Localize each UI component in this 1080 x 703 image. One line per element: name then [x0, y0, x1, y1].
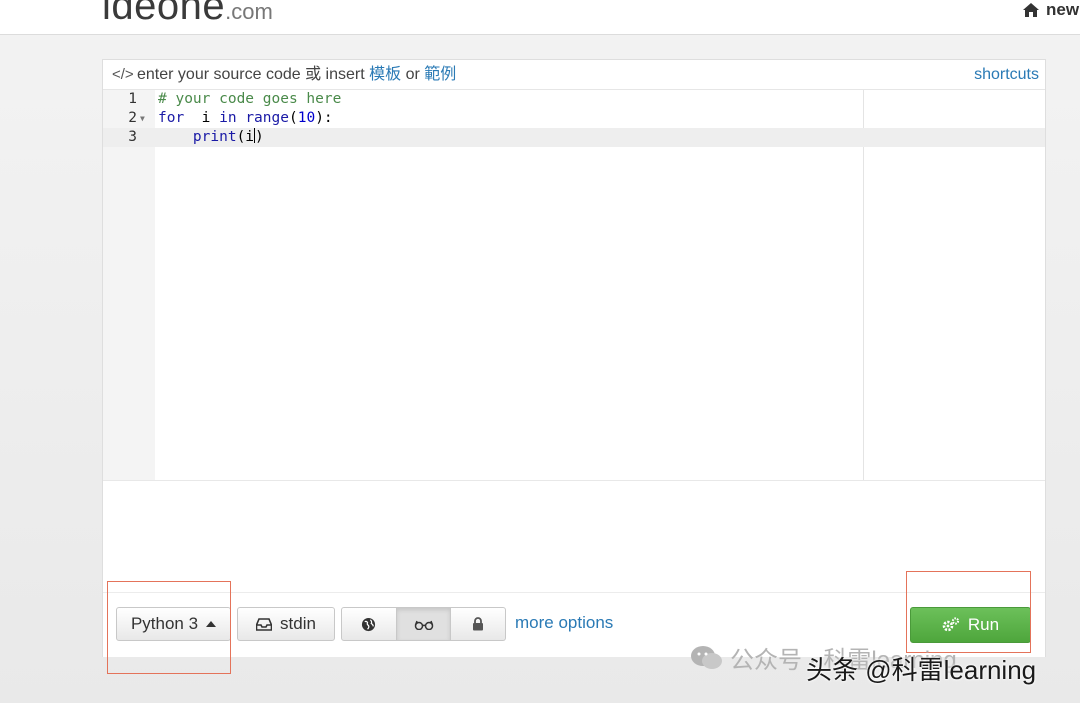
line-number-gutter	[103, 90, 155, 480]
print-margin	[863, 90, 864, 480]
new-link[interactable]: new	[1022, 0, 1079, 20]
new-label: new	[1046, 0, 1080, 19]
code-text: for i in range(10):	[158, 109, 333, 128]
fold-arrow-icon[interactable]: ▼	[140, 109, 145, 128]
code-paren: (	[288, 110, 298, 126]
example-link[interactable]: 範例	[424, 66, 456, 83]
hidden-visibility-button[interactable]	[396, 607, 452, 641]
lock-icon	[473, 617, 484, 631]
private-visibility-button[interactable]	[451, 607, 507, 641]
logo-suffix-text: .com	[225, 0, 273, 24]
code-editor[interactable]: 1 # your code goes here 2 ▼ for i in ran…	[103, 90, 1045, 481]
keyword-for: for	[158, 110, 185, 126]
globe-icon	[362, 617, 376, 631]
line-number: 1	[128, 91, 137, 107]
code-close: )	[255, 129, 264, 145]
editor-header: </> enter your source code 或 insert 模板 o…	[103, 60, 1045, 90]
inbox-icon	[256, 617, 273, 631]
code-number: 10	[297, 110, 316, 126]
code-line[interactable]: 2 ▼ for i in range(10):	[103, 109, 1045, 128]
code-text: # your code goes here	[158, 90, 341, 109]
language-highlight-box	[107, 581, 231, 674]
template-link[interactable]: 模板	[369, 66, 401, 83]
wechat-icon	[691, 645, 722, 669]
code-comment: # your code goes here	[158, 91, 342, 107]
code-var: i	[184, 110, 220, 126]
public-visibility-button[interactable]	[341, 607, 397, 641]
function-range: range	[245, 110, 289, 126]
header-or: or	[401, 66, 425, 83]
ideone-logo[interactable]: ideone.com	[102, 0, 273, 32]
more-options-link[interactable]: more options	[515, 613, 613, 633]
stdin-label: stdin	[280, 614, 316, 633]
toutiao-watermark: 头条 @科雷learning	[806, 655, 1037, 685]
visibility-toggle-group	[341, 607, 507, 641]
editor-panel: </> enter your source code 或 insert 模板 o…	[102, 59, 1046, 657]
code-icon: </>	[112, 66, 134, 83]
glasses-icon	[414, 620, 433, 630]
code-close: ):	[315, 110, 333, 126]
stdin-button[interactable]: stdin	[237, 607, 335, 641]
header-prefix: enter your source code 或 insert	[137, 66, 370, 83]
keyword-in: in	[219, 110, 237, 126]
function-print: print	[192, 129, 237, 145]
code-line[interactable]: 1 # your code goes here	[103, 90, 1045, 109]
code-line-active[interactable]: 3 print(i)	[103, 128, 1045, 147]
code-text: print(i)	[158, 128, 264, 147]
logo-main-text: ideone	[102, 0, 226, 28]
home-icon	[1023, 3, 1039, 17]
shortcuts-link[interactable]: shortcuts	[974, 60, 1039, 89]
stdin-area[interactable]	[103, 482, 1045, 592]
code-args: (i	[236, 129, 255, 145]
line-number: 2	[128, 110, 137, 126]
top-navbar: ideone.com new	[0, 0, 1080, 35]
header-text: enter your source code 或 insert 模板 or 範例	[137, 60, 456, 89]
line-number: 3	[128, 129, 137, 145]
